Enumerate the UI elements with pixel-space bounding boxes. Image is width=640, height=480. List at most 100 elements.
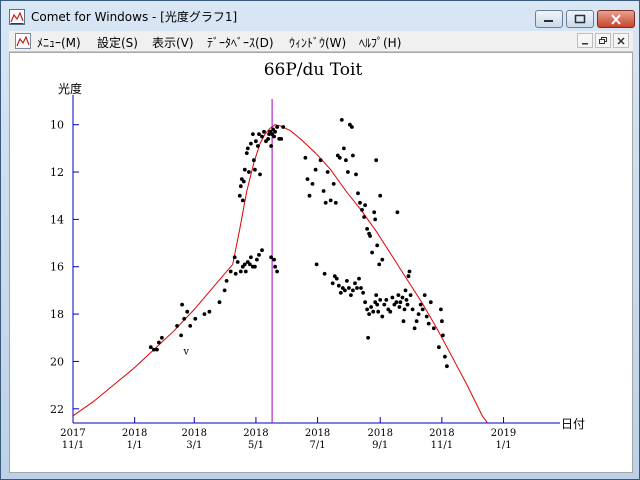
observation-point — [440, 319, 444, 324]
observation-point — [408, 293, 413, 297]
observation-point — [355, 286, 359, 290]
observation-point — [273, 129, 277, 134]
observation-point — [422, 293, 427, 297]
x-tick-date: 9/1 — [372, 440, 388, 451]
minimize-button[interactable] — [535, 10, 563, 28]
observation-point — [305, 177, 310, 181]
predicted-curve — [73, 124, 489, 423]
observation-point — [249, 255, 253, 260]
observation-point — [222, 288, 227, 293]
child-close-button[interactable] — [613, 33, 629, 48]
observation-point — [395, 210, 400, 215]
observation-point — [366, 335, 370, 340]
observation-point — [420, 307, 425, 312]
observation-point — [238, 269, 243, 274]
title-bar[interactable]: Comet for Windows - [光度グラフ1] — [1, 1, 639, 31]
app-graph-icon — [9, 9, 25, 25]
observation-point — [272, 257, 276, 262]
observation-point — [394, 300, 399, 305]
observation-point — [175, 324, 180, 328]
observation-point — [368, 234, 372, 238]
menu-menu[interactable]: ﾒﾆｭｰ(M) — [37, 34, 81, 51]
menu-settings[interactable]: 設定(S) — [97, 34, 138, 51]
observation-point — [418, 302, 423, 307]
observation-point — [439, 307, 443, 312]
observation-point — [362, 215, 366, 219]
observation-point — [313, 167, 318, 172]
x-tick-date: 7/1 — [310, 440, 326, 451]
observation-point — [338, 290, 343, 295]
observation-point — [343, 288, 347, 293]
observation-point — [322, 271, 327, 276]
observation-point — [349, 293, 353, 297]
observation-point — [182, 316, 187, 321]
x-tick-year: 2017 — [60, 428, 85, 439]
observation-point — [258, 172, 262, 177]
observation-point — [361, 290, 365, 295]
close-button[interactable] — [597, 10, 635, 28]
observation-point — [307, 193, 312, 198]
observation-point — [275, 269, 279, 274]
observation-point — [269, 144, 273, 148]
observation-point — [339, 118, 344, 122]
observation-point — [242, 167, 247, 172]
observation-point — [331, 182, 336, 186]
menu-database[interactable]: ﾃﾞｰﾀﾍﾞｰｽ(D) — [207, 34, 274, 51]
observation-point — [254, 139, 258, 144]
observation-point — [416, 312, 421, 316]
observation-point — [397, 305, 402, 309]
observation-point — [342, 146, 346, 151]
observation-point — [245, 146, 250, 151]
observation-point — [359, 286, 363, 290]
menu-help[interactable]: ﾍﾙﾌﾟ(H) — [359, 34, 401, 51]
observation-point — [373, 217, 378, 222]
observation-point — [358, 200, 362, 205]
graph-area: 66P/du Toit 光度 日付 10 12 14 16 18 20 22 2017 11/1… — [9, 52, 633, 473]
observation-point — [314, 262, 319, 267]
x-tick-date: 3/1 — [186, 440, 202, 451]
observation-point — [414, 319, 419, 324]
observation-point — [148, 345, 153, 350]
observation-point — [337, 155, 342, 160]
observation-point — [272, 134, 276, 139]
x-tick-year: 2018 — [243, 428, 268, 439]
close-icon — [611, 13, 621, 25]
observation-point — [398, 300, 403, 305]
observation-point — [318, 158, 323, 163]
child-restore-button[interactable] — [595, 33, 611, 48]
document-graph-icon[interactable] — [15, 33, 31, 49]
menu-window[interactable]: ｳｨﾝﾄﾞｳ(W) — [289, 34, 346, 51]
observation-point — [424, 314, 429, 319]
observation-point — [257, 253, 261, 257]
observation-point — [179, 333, 184, 338]
observation-point — [253, 264, 257, 269]
observation-point — [273, 264, 277, 269]
minimize-icon — [582, 42, 588, 44]
observation-point — [275, 125, 279, 129]
observation-point — [384, 298, 389, 302]
observation-point — [252, 158, 256, 163]
observation-point — [238, 184, 243, 189]
observation-point — [412, 326, 417, 331]
observation-point — [237, 193, 242, 198]
observation-point — [406, 274, 411, 279]
observation-point — [325, 170, 330, 174]
observation-point — [310, 182, 315, 186]
observation-point — [188, 324, 193, 328]
observation-point — [157, 340, 161, 345]
observation-point — [244, 151, 249, 155]
observation-point — [403, 288, 408, 293]
observation-point — [371, 309, 376, 314]
observation-point — [410, 307, 415, 312]
child-minimize-button[interactable] — [577, 33, 593, 48]
observation-point — [404, 298, 409, 302]
observation-point — [370, 250, 374, 255]
observation-point — [266, 137, 270, 141]
menu-view[interactable]: 表示(V) — [152, 34, 194, 51]
menu-bar: ﾒﾆｭｰ(M) 設定(S) 表示(V) ﾃﾞｰﾀﾍﾞｰｽ(D) ｳｨﾝﾄﾞｳ(W… — [9, 31, 633, 52]
observation-point — [185, 309, 190, 314]
observation-point — [426, 321, 431, 326]
observation-point — [388, 309, 393, 314]
maximize-button[interactable] — [566, 10, 594, 28]
y-tick-label: 22 — [50, 403, 64, 416]
